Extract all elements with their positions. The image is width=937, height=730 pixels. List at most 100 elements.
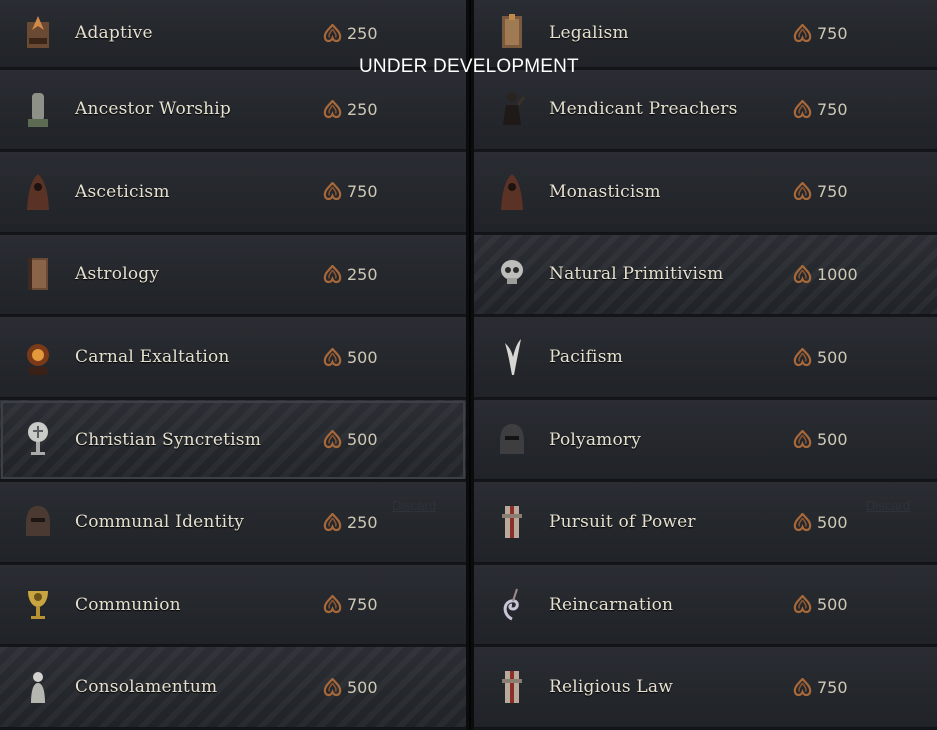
cost-value: 250: [347, 99, 378, 119]
tenet-row-natural-primitivism[interactable]: Natural Primitivism 1000: [474, 234, 937, 316]
tenet-cost: 750: [792, 99, 848, 119]
tenet-row-reincarnation[interactable]: Reincarnation 500: [474, 564, 937, 646]
tenet-row-carnal-exaltation[interactable]: Carnal Exaltation 500: [0, 317, 466, 398]
tenet-name: Monasticism: [549, 181, 661, 202]
under-development-label: UNDER DEVELOPMENT: [359, 56, 579, 77]
tenet-cost: 500: [322, 347, 378, 367]
scroll-book-icon: [492, 6, 532, 58]
piety-icon: [792, 265, 813, 284]
tenet-cost: 750: [792, 182, 848, 201]
golden-chalice-icon: [18, 579, 58, 631]
cost-value: 250: [347, 512, 378, 532]
tenet-cost: 500: [792, 595, 848, 614]
book-icon: [18, 248, 58, 300]
cost-value: 500: [817, 595, 848, 615]
tenet-row-christian-syncretism[interactable]: Christian Syncretism 500: [0, 399, 466, 481]
tenet-cost: 250: [322, 23, 378, 43]
cost-value: 500: [817, 347, 848, 367]
cost-value: 250: [347, 23, 378, 43]
tenet-cost: 750: [322, 595, 378, 614]
tenet-row-consolamentum[interactable]: Consolamentum 500: [0, 647, 466, 728]
tenet-name: Natural Primitivism: [549, 264, 724, 285]
tenet-name: Adaptive: [75, 23, 153, 44]
tenet-name: Mendicant Preachers: [549, 99, 738, 120]
skull-icon: [492, 248, 532, 300]
tenet-row-mendicant-preachers[interactable]: Mendicant Preachers 750: [474, 69, 937, 151]
tenet-cost: 500: [792, 347, 848, 367]
tenet-name: Legalism: [549, 23, 629, 44]
tenet-row-asceticism[interactable]: Asceticism 750: [0, 152, 466, 233]
piety-icon: [322, 265, 343, 284]
tenet-row-astrology[interactable]: Astrology 250: [0, 234, 466, 316]
tenet-row-ancestor-worship[interactable]: Ancestor Worship 250: [0, 69, 466, 151]
tenet-cost: 750: [792, 677, 848, 697]
tenet-cost: 250: [322, 264, 378, 284]
tenet-name: Religious Law: [549, 677, 673, 698]
piety-icon: [322, 513, 343, 532]
cost-value: 750: [817, 23, 848, 43]
preacher-icon: [492, 83, 532, 135]
piety-icon: [322, 595, 343, 614]
tenet-row-polyamory[interactable]: Polyamory 500: [474, 399, 937, 481]
column-divider: [466, 0, 474, 730]
tenet-row-pacifism[interactable]: Pacifism 500: [474, 317, 937, 398]
cost-value: 750: [817, 182, 848, 202]
piety-icon: [322, 182, 343, 201]
tenet-row-pursuit-of-power[interactable]: Pursuit of Power 500 Discard: [474, 482, 937, 563]
spiral-icon: [492, 579, 532, 631]
tenet-row-religious-law[interactable]: Religious Law 750: [474, 647, 937, 728]
piety-icon: [792, 678, 813, 697]
piety-icon: [322, 678, 343, 697]
piety-icon: [322, 348, 343, 367]
piety-icon: [322, 430, 343, 449]
left-tenet-column: Adaptive 250 Ancestor Worship 250 Asceti…: [0, 0, 466, 730]
tenet-name: Consolamentum: [75, 677, 218, 698]
cost-value: 500: [817, 430, 848, 450]
cost-value: 500: [347, 677, 378, 697]
piety-icon: [792, 430, 813, 449]
tenet-name: Communion: [75, 594, 181, 615]
cost-value: 500: [817, 512, 848, 532]
flame-figure-icon: [18, 331, 58, 383]
piety-icon: [792, 24, 813, 43]
tenet-name: Communal Identity: [75, 512, 245, 533]
cost-value: 250: [347, 264, 378, 284]
cost-value: 500: [347, 347, 378, 367]
tenet-name: Christian Syncretism: [75, 429, 262, 450]
tenet-cost: 250: [322, 99, 378, 119]
cost-value: 750: [817, 677, 848, 697]
tenet-name: Pacifism: [549, 347, 623, 368]
chalice-cross-icon: [18, 414, 58, 466]
piety-icon: [792, 513, 813, 532]
campfire-icon: [18, 6, 58, 58]
tenet-row-monasticism[interactable]: Monasticism 750: [474, 152, 937, 233]
tenet-name: Ancestor Worship: [75, 99, 232, 120]
tenet-cost: 500: [792, 430, 848, 449]
tenet-name: Reincarnation: [549, 594, 674, 615]
piety-icon: [792, 182, 813, 201]
piety-icon: [792, 348, 813, 367]
cost-value: 750: [817, 99, 848, 119]
tenet-cost: 750: [322, 182, 378, 201]
tenet-cost: 500: [322, 430, 378, 449]
tenet-name: Pursuit of Power: [549, 512, 696, 533]
cost-value: 1000: [817, 264, 858, 284]
helmet-icon: [18, 496, 58, 548]
statue-icon: [18, 83, 58, 135]
piety-icon: [322, 100, 343, 119]
armored-knight-icon: [492, 496, 532, 548]
hooded-monk-icon: [492, 166, 532, 218]
armored-knight-icon: [492, 661, 532, 713]
ghost-discard-text: Discard: [392, 498, 437, 514]
tenet-cost: 250: [322, 512, 378, 532]
cost-value: 750: [347, 595, 378, 615]
tenet-name: Astrology: [75, 264, 160, 285]
tenet-row-communal-identity[interactable]: Communal Identity 250 Discard: [0, 482, 466, 563]
tenet-row-communion[interactable]: Communion 750: [0, 564, 466, 646]
cost-value: 750: [347, 182, 378, 202]
tenet-cost: 1000: [792, 264, 858, 284]
helmet-icon: [492, 414, 532, 466]
tenet-cost: 750: [792, 23, 848, 43]
ghost-discard-text: Discard: [866, 498, 911, 514]
dove-icon: [492, 331, 532, 383]
